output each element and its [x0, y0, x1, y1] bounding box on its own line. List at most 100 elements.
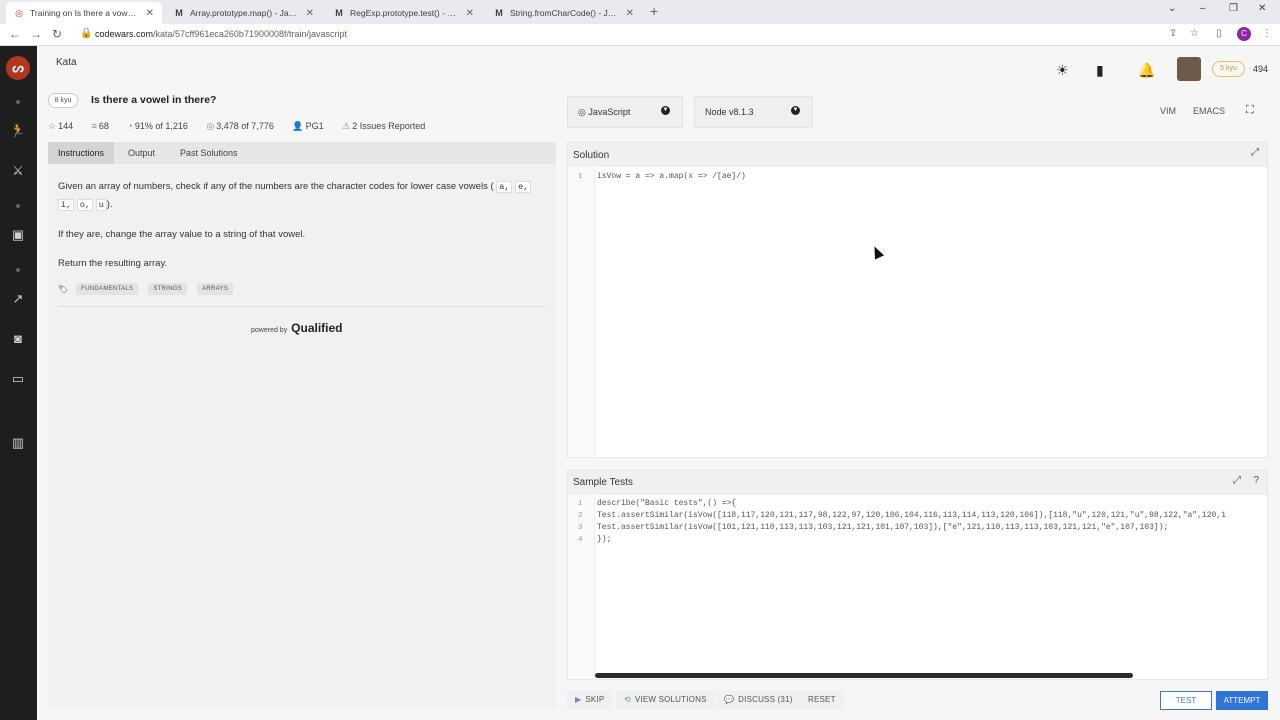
- notifications-bell-icon[interactable]: 🔔: [1138, 62, 1155, 79]
- solutions-icon: ⟲: [624, 695, 631, 704]
- powered-by[interactable]: powered by Qualified: [251, 321, 343, 335]
- browser-tab-array-map[interactable]: M Array.prototype.map() - JavaScrip... ✕: [166, 2, 322, 24]
- runtime-select[interactable]: Node v8.1.3 ▼: [694, 96, 813, 128]
- horizontal-scrollbar[interactable]: [595, 673, 1133, 678]
- chevron-down-icon: ▼: [661, 106, 670, 115]
- maximize-icon[interactable]: ❐: [1229, 3, 1238, 14]
- tab-past-solutions[interactable]: Past Solutions: [170, 142, 248, 164]
- skip-button[interactable]: ▶ SKIP: [567, 690, 613, 710]
- vim-mode-toggle[interactable]: VIM: [1160, 106, 1176, 116]
- code-line[interactable]: isVow = a => a.map(x => /[ae]/): [597, 172, 746, 181]
- skip-label: SKIP: [585, 695, 605, 704]
- mdn-icon: M: [495, 8, 503, 18]
- briefcase-icon[interactable]: ▣: [9, 226, 27, 244]
- stars-count: 144: [58, 121, 74, 131]
- url-host: codewars.com: [95, 29, 154, 39]
- lock-icon[interactable]: 🔒: [80, 28, 92, 39]
- bookmark-star-icon[interactable]: ☆: [1190, 28, 1199, 39]
- tab-output[interactable]: Output: [118, 142, 165, 164]
- codewars-icon: ◎: [15, 8, 23, 18]
- attempt-button[interactable]: ATTEMPT: [1216, 691, 1268, 710]
- tab-title: Array.prototype.map() - JavaScrip...: [190, 8, 300, 18]
- discord-icon[interactable]: ◙: [9, 330, 27, 348]
- bookmark-icon[interactable]: ▮: [1096, 62, 1104, 79]
- leaderboard-icon[interactable]: ↗: [9, 290, 27, 308]
- stars-stat[interactable]: ☆ 144: [48, 121, 81, 131]
- code-line[interactable]: Test.assertSimilar(isVow([118,117,120,12…: [597, 511, 1226, 520]
- completed-stat: ◎ 3,478 of 7,776: [206, 121, 281, 131]
- tag-fundamentals[interactable]: FUNDAMENTALS: [76, 283, 139, 295]
- satisfaction-icon: ◔: [127, 121, 133, 131]
- browser-tab-codewars[interactable]: ◎ Training on Is there a vowel in th... …: [6, 2, 162, 24]
- window-close-icon[interactable]: ✕: [1258, 3, 1266, 14]
- profile-avatar[interactable]: C: [1237, 27, 1251, 41]
- vowel-code: i,: [58, 199, 75, 211]
- browser-menu-icon[interactable]: ⋮: [1262, 28, 1272, 39]
- side-panel-icon[interactable]: ▯: [1216, 28, 1222, 39]
- code-line[interactable]: Test.assertSimilar(isVow([101,121,110,11…: [597, 523, 1168, 532]
- tag-arrays[interactable]: ARRAYS: [197, 283, 234, 295]
- tab-title: Training on Is there a vowel in th...: [30, 8, 140, 18]
- url-field[interactable]: codewars.com/kata/57cff961eca260b7190000…: [95, 29, 347, 39]
- browser-tab-regexp-test[interactable]: M RegExp.prototype.test() - JavaScr... ✕: [326, 2, 482, 24]
- emacs-mode-toggle[interactable]: EMACS: [1193, 106, 1225, 116]
- fullscreen-icon[interactable]: ⛶: [1246, 104, 1254, 117]
- back-icon[interactable]: ←: [9, 27, 21, 41]
- runtime-value: Node v8.1.3: [705, 107, 754, 117]
- view-solutions-button[interactable]: ⟲ VIEW SOLUTIONS: [616, 690, 715, 710]
- honor-count: 494: [1253, 64, 1269, 74]
- tab-search-icon[interactable]: ⌄: [1168, 3, 1176, 14]
- solution-editor[interactable]: Solution ⤢ 1 isVow = a => a.map(x => /[a…: [567, 142, 1268, 458]
- instructions-paragraph: Given an array of numbers, check if any …: [58, 178, 544, 214]
- reload-icon[interactable]: ↻: [52, 27, 62, 41]
- language-select[interactable]: ◎ JavaScript ▼: [567, 96, 683, 128]
- close-icon[interactable]: ✕: [626, 8, 634, 19]
- share-icon[interactable]: ⇪: [1169, 28, 1177, 39]
- docs-book-icon[interactable]: ▥: [9, 434, 27, 452]
- author-name: PG1: [305, 121, 324, 131]
- browser-tab-bar: ◎ Training on Is there a vowel in th... …: [0, 0, 1280, 24]
- view-solutions-label: VIEW SOLUTIONS: [634, 695, 707, 704]
- tag-strings[interactable]: STRINGS: [148, 283, 188, 295]
- test-button[interactable]: TEST: [1160, 691, 1212, 710]
- mdn-icon: M: [335, 8, 343, 18]
- user-avatar[interactable]: [1177, 57, 1201, 81]
- train-icon[interactable]: 🏃: [9, 122, 27, 140]
- minimize-icon[interactable]: –: [1200, 3, 1206, 14]
- reset-button[interactable]: RESET: [800, 690, 844, 710]
- nav-kata-link[interactable]: Kata: [56, 57, 77, 68]
- discuss-button[interactable]: 💬 DISCUSS (31): [716, 690, 801, 710]
- help-icon[interactable]: ?: [1253, 475, 1259, 486]
- issues-stat[interactable]: ⚠ 2 Issues Reported: [342, 121, 433, 131]
- code-line[interactable]: describe("Basic tests",() =>{: [597, 499, 736, 508]
- warning-icon: ⚠: [342, 121, 351, 131]
- code-line[interactable]: });: [597, 535, 611, 544]
- sample-tests-editor[interactable]: Sample Tests ⤢ ? 1 2 3 4 describe("Basic…: [567, 470, 1268, 680]
- votes-count: 68: [98, 121, 109, 131]
- new-tab-icon[interactable]: +: [650, 3, 658, 19]
- powered-by-label: powered by: [251, 327, 288, 334]
- forward-icon[interactable]: →: [30, 27, 42, 41]
- close-icon[interactable]: ✕: [466, 8, 474, 19]
- practice-icon[interactable]: ⚔: [9, 162, 27, 180]
- list-icon: ≡: [91, 121, 97, 131]
- author-stat[interactable]: 👤 PG1: [292, 121, 331, 131]
- browser-tab-fromcharcode[interactable]: M String.fromCharCode() - JavaScr... ✕: [486, 2, 642, 24]
- tab-instructions[interactable]: Instructions: [48, 142, 115, 164]
- solution-title: Solution: [573, 150, 610, 161]
- instructions-paragraph: Return the resulting array.: [58, 258, 168, 269]
- expand-icon[interactable]: ⤢: [1233, 475, 1241, 486]
- instructions-tabs: Instructions Output Past Solutions: [48, 142, 556, 164]
- mdn-icon: M: [175, 8, 183, 18]
- chat-icon[interactable]: ▭: [9, 370, 27, 388]
- line-number: 1: [578, 173, 583, 181]
- instructions-text: ).: [106, 199, 113, 210]
- line-number: 3: [578, 524, 583, 532]
- expand-icon[interactable]: ⤢: [1251, 147, 1259, 158]
- close-icon[interactable]: ✕: [146, 8, 154, 19]
- close-icon[interactable]: ✕: [306, 8, 314, 19]
- instructions-text: Given an array of numbers, check if any …: [58, 181, 494, 192]
- codewars-logo-icon[interactable]: ᔕ: [6, 56, 30, 80]
- sidebar-separator: [16, 100, 20, 104]
- theme-toggle-icon[interactable]: ☀: [1056, 62, 1069, 79]
